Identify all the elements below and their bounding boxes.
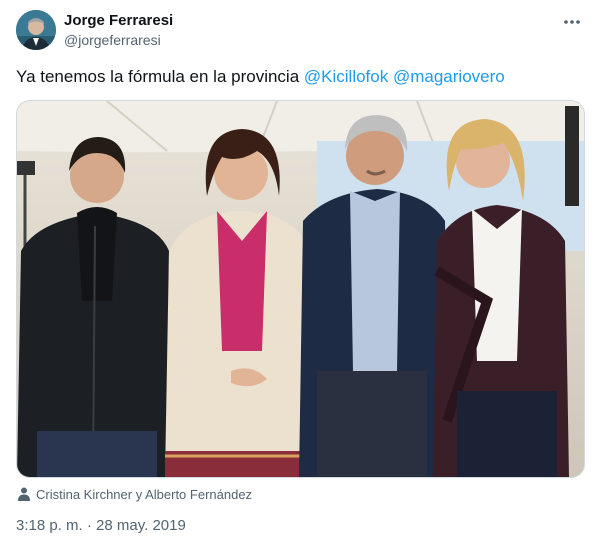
mention-link[interactable]: @Kicillofok	[304, 67, 388, 86]
people-tag[interactable]: Cristina Kirchner y Alberto Fernández	[18, 484, 252, 504]
tweet-header: Jorge Ferraresi @jorgeferraresi	[16, 10, 586, 54]
author-handle[interactable]: @jorgeferraresi	[64, 32, 161, 48]
tweet-timestamp[interactable]: 3:18 p. m. · 28 may. 2019	[16, 517, 186, 534]
author-name[interactable]: Jorge Ferraresi	[64, 12, 173, 29]
more-dots-icon[interactable]	[558, 12, 586, 32]
avatar-image	[16, 10, 56, 50]
avatar[interactable]	[16, 10, 56, 50]
tweet-card: Jorge Ferraresi @jorgeferraresi Ya tenem…	[0, 0, 600, 545]
tweet-photo[interactable]	[16, 100, 585, 478]
tweet-text: Ya tenemos la fórmula en la provincia @K…	[16, 66, 576, 88]
tweet-body: Ya tenemos la fórmula en la provincia	[16, 67, 304, 86]
mention-link[interactable]: @magariovero	[393, 67, 505, 86]
photo-image	[17, 101, 584, 477]
person-icon	[18, 487, 30, 501]
people-tag-label: Cristina Kirchner y Alberto Fernández	[36, 486, 253, 502]
